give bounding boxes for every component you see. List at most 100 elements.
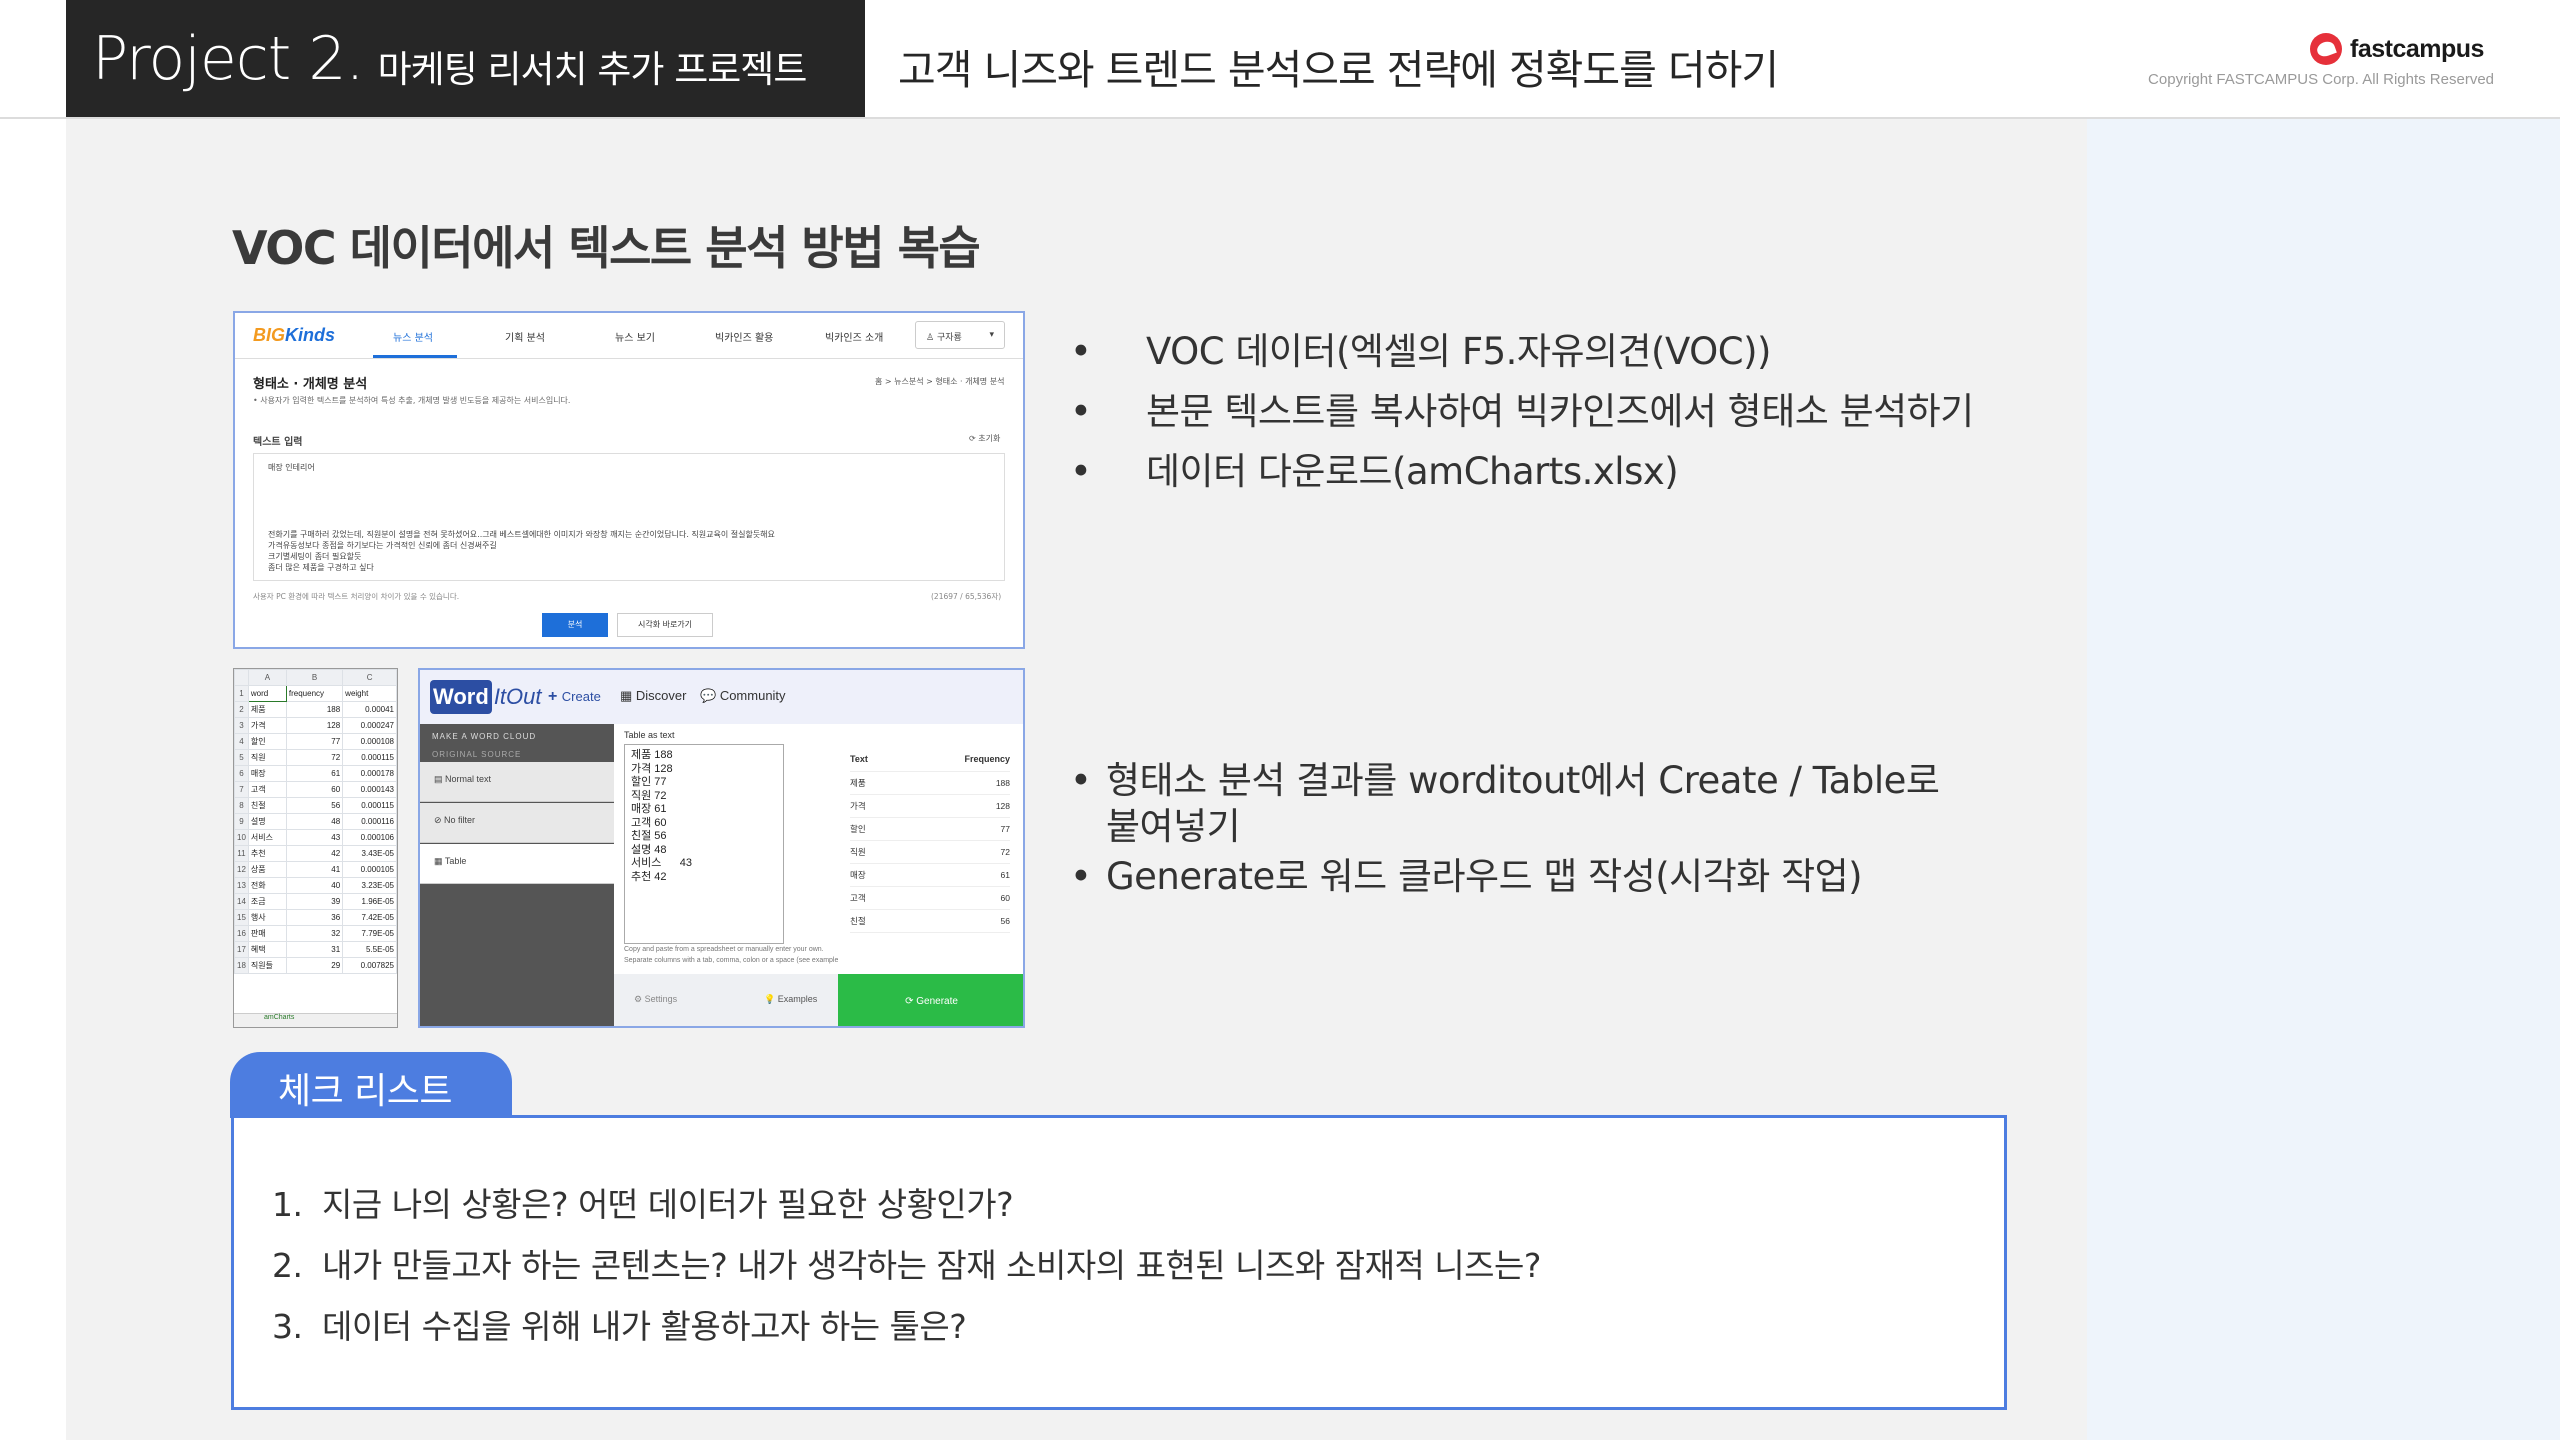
table-cell[interactable]: 1.96E-05 <box>342 893 397 910</box>
table-cell[interactable]: 61 <box>285 765 344 782</box>
examples-button[interactable]: 💡 Examples <box>764 994 817 1005</box>
option-no-filter[interactable]: ⊘ No filter <box>420 803 614 843</box>
table-cell[interactable]: frequency <box>285 685 344 702</box>
row-number[interactable]: 9 <box>234 813 249 830</box>
table-cell[interactable]: 36 <box>285 909 344 926</box>
row-number[interactable]: 4 <box>234 733 249 750</box>
row-number[interactable]: 2 <box>234 701 249 718</box>
row-number[interactable]: 14 <box>234 893 249 910</box>
table-cell[interactable]: 0.00041 <box>342 701 397 718</box>
table-cell[interactable]: 42 <box>285 845 344 862</box>
reset-button[interactable]: ⟳ 초기화 <box>969 433 1000 444</box>
table-cell[interactable]: weight <box>342 685 397 702</box>
table-cell[interactable]: 3.23E-05 <box>342 877 397 894</box>
bigkinds-menu-planning[interactable]: 기획 분석 <box>505 329 545 344</box>
settings-button[interactable]: ⚙ Settings <box>634 994 677 1005</box>
table-cell[interactable]: word <box>247 685 287 702</box>
table-cell[interactable]: 설명 <box>247 813 287 830</box>
analysis-textarea[interactable]: 매장 인테리어 전화기를 구매하러 갔었는데, 직원분이 설명을 전혀 못하셨어… <box>253 453 1005 581</box>
row-number[interactable]: 3 <box>234 717 249 734</box>
table-cell[interactable]: 40 <box>285 877 344 894</box>
table-cell[interactable]: 전화 <box>247 877 287 894</box>
table-cell[interactable]: 0.000143 <box>342 781 397 798</box>
table-cell[interactable]: 0.000108 <box>342 733 397 750</box>
table-cell[interactable]: 상품 <box>247 861 287 878</box>
text-line: 매장 인테리어 <box>268 463 315 472</box>
row-number[interactable]: 17 <box>234 941 249 958</box>
table-cell[interactable]: 판매 <box>247 925 287 942</box>
generate-button[interactable]: ⟳ Generate <box>838 974 1023 1026</box>
option-table[interactable]: ▦ Table <box>420 844 614 884</box>
table-cell[interactable]: 친절 <box>247 797 287 814</box>
table-cell[interactable]: 할인 <box>247 733 287 750</box>
table-cell[interactable]: 0.000115 <box>342 797 397 814</box>
table-cell[interactable]: 직원 <box>247 749 287 766</box>
table-cell[interactable]: 48 <box>285 813 344 830</box>
table-cell[interactable]: 조금 <box>247 893 287 910</box>
table-cell[interactable]: 혜택 <box>247 941 287 958</box>
table-cell[interactable]: 32 <box>285 925 344 942</box>
table-cell[interactable]: 0.000178 <box>342 765 397 782</box>
sheet-tab[interactable]: amCharts <box>234 1013 397 1027</box>
row-number[interactable]: 7 <box>234 781 249 798</box>
bigkinds-menu-news-analysis[interactable]: 뉴스 분석 <box>393 329 433 344</box>
table-cell[interactable]: 0.000115 <box>342 749 397 766</box>
nav-discover[interactable]: ▦ Discover <box>620 688 686 704</box>
row-number[interactable]: 1 <box>234 685 249 702</box>
table-cell[interactable]: 43 <box>285 829 344 846</box>
table-cell[interactable]: 가격 <box>247 717 287 734</box>
table-cell[interactable]: 직원들 <box>247 957 287 974</box>
row-number[interactable]: 6 <box>234 765 249 782</box>
table-cell[interactable]: 0.000106 <box>342 829 397 846</box>
table-cell[interactable]: 추천 <box>247 845 287 862</box>
table-cell[interactable]: 0.000247 <box>342 717 397 734</box>
column-header[interactable]: B <box>285 669 344 686</box>
column-header[interactable]: C <box>342 669 397 686</box>
nav-community[interactable]: 💬 Community <box>700 688 786 704</box>
table-cell[interactable]: 5.5E-05 <box>342 941 397 958</box>
table-cell[interactable]: 29 <box>285 957 344 974</box>
row-number[interactable]: 16 <box>234 925 249 942</box>
analyze-button[interactable]: 분석 <box>542 613 608 637</box>
bigkinds-menu-news-view[interactable]: 뉴스 보기 <box>615 329 655 344</box>
table-cell[interactable]: 188 <box>285 701 344 718</box>
table-cell[interactable]: 7.79E-05 <box>342 925 397 942</box>
table-textarea[interactable]: 제품 188 가격 128 할인 77 직원 72 매장 61 고객 60 친절… <box>624 744 784 944</box>
row-number[interactable]: 8 <box>234 797 249 814</box>
bigkinds-menu-use[interactable]: 빅카인즈 활용 <box>715 329 773 344</box>
table-cell[interactable]: 0.000116 <box>342 813 397 830</box>
table-cell[interactable]: 매장 <box>247 765 287 782</box>
column-header[interactable]: A <box>247 669 287 686</box>
bigkinds-menu-about[interactable]: 빅카인즈 소개 <box>825 329 883 344</box>
row-number[interactable]: 12 <box>234 861 249 878</box>
table-cell[interactable]: 128 <box>285 717 344 734</box>
option-normal-text[interactable]: ▤ Normal text <box>420 762 614 802</box>
table-cell[interactable]: 60 <box>285 781 344 798</box>
table-cell[interactable]: 39 <box>285 893 344 910</box>
visualize-button[interactable]: 시각화 바로가기 <box>617 613 713 637</box>
row-number[interactable]: 13 <box>234 877 249 894</box>
table-cell[interactable]: 행사 <box>247 909 287 926</box>
table-cell[interactable]: 고객 <box>247 781 287 798</box>
table-cell[interactable]: 77 <box>285 733 344 750</box>
worditout-logo[interactable]: Word ItOut <box>430 680 542 714</box>
row-number[interactable]: 11 <box>234 845 249 862</box>
word-cell: 할인 <box>850 817 896 841</box>
table-cell[interactable]: 7.42E-05 <box>342 909 397 926</box>
nav-create[interactable]: + Create <box>548 688 601 706</box>
table-cell[interactable]: 제품 <box>247 701 287 718</box>
row-number[interactable]: 5 <box>234 749 249 766</box>
table-cell[interactable]: 0.000105 <box>342 861 397 878</box>
table-cell[interactable]: 41 <box>285 861 344 878</box>
table-cell[interactable]: 72 <box>285 749 344 766</box>
row-number[interactable]: 10 <box>234 829 249 846</box>
table-cell[interactable]: 31 <box>285 941 344 958</box>
table-cell[interactable]: 3.43E-05 <box>342 845 397 862</box>
row-number[interactable]: 15 <box>234 909 249 926</box>
row-number[interactable]: 18 <box>234 957 249 974</box>
table-cell[interactable]: 0.007825 <box>342 957 397 974</box>
table-cell[interactable]: 56 <box>285 797 344 814</box>
bigkinds-user-dropdown[interactable]: ♙ 구자룡 ▾ <box>915 321 1005 349</box>
table-cell[interactable]: 서비스 <box>247 829 287 846</box>
lightbulb-icon: 💡 <box>764 994 778 1004</box>
